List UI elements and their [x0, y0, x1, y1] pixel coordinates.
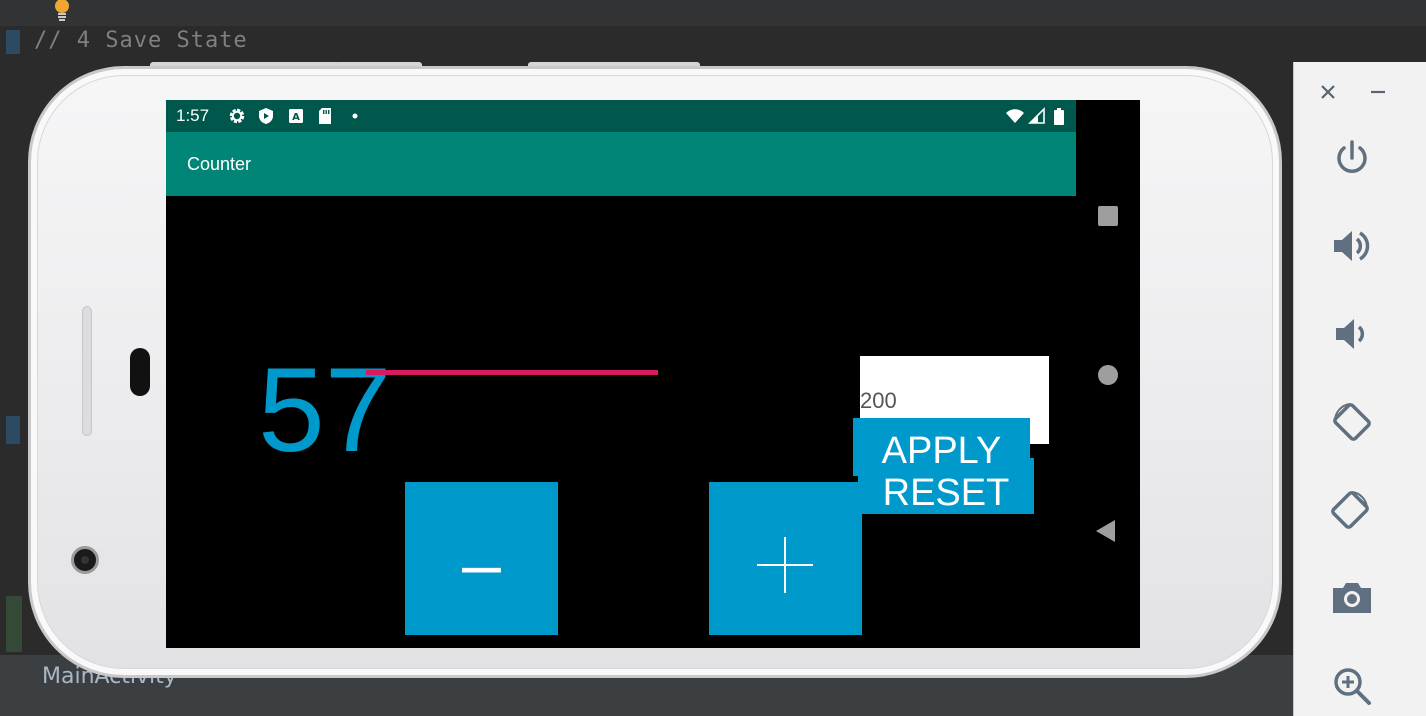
lightbulb-icon[interactable] — [52, 0, 72, 24]
status-bar-extension — [1076, 100, 1140, 132]
desktop: // 4 Save State MainActivity 1:57 A — [0, 0, 1426, 716]
front-camera — [71, 546, 99, 574]
rotate-left-icon[interactable] — [1330, 400, 1374, 444]
navigation-bar — [1076, 196, 1140, 648]
status-bar: 1:57 A — [166, 100, 1076, 132]
gutter-marker — [6, 30, 20, 54]
app-title: Counter — [187, 154, 252, 174]
svg-text:A: A — [292, 112, 300, 123]
shield-play-icon — [259, 108, 273, 124]
volume-down-icon[interactable] — [1330, 312, 1374, 356]
gutter-marker — [6, 416, 20, 444]
minimize-icon[interactable] — [1366, 80, 1390, 104]
wifi-icon — [1006, 109, 1024, 123]
gear-icon — [229, 108, 245, 124]
sd-card-icon — [319, 108, 331, 124]
cell-signal-icon — [1028, 107, 1045, 124]
battery-icon — [1054, 108, 1064, 125]
app-bar: Counter — [166, 132, 1076, 196]
increment-button[interactable] — [709, 482, 862, 635]
power-icon[interactable] — [1330, 136, 1374, 180]
code-comment: // 4 Save State — [34, 28, 248, 53]
proximity-sensor — [130, 348, 150, 396]
ide-top-bar — [0, 0, 1426, 26]
decrement-button[interactable]: – — [405, 482, 558, 635]
device-screen: 1:57 A Counter 57 200 RESET APPLY – — [166, 100, 1140, 648]
home-circle-icon[interactable] — [1098, 365, 1118, 385]
recents-square-icon[interactable] — [1098, 206, 1118, 226]
counter-value: 57 — [258, 343, 392, 477]
speaker-slot — [82, 306, 92, 436]
apply-button[interactable]: APPLY — [853, 418, 1030, 476]
edit-text-underline[interactable] — [366, 370, 658, 375]
zoom-in-icon[interactable] — [1330, 664, 1374, 708]
text-box-icon: A — [289, 109, 303, 123]
screenshot-camera-icon[interactable] — [1330, 576, 1374, 620]
gutter-marker — [6, 596, 22, 652]
amount-input-value: 200 — [860, 388, 897, 413]
close-icon[interactable] — [1316, 80, 1340, 104]
plus-icon — [757, 537, 813, 593]
dot-icon — [352, 113, 358, 119]
volume-up-icon[interactable] — [1330, 224, 1374, 268]
back-triangle-icon[interactable] — [1096, 520, 1115, 542]
status-time: 1:57 — [176, 106, 210, 125]
rotate-right-icon[interactable] — [1328, 488, 1372, 532]
